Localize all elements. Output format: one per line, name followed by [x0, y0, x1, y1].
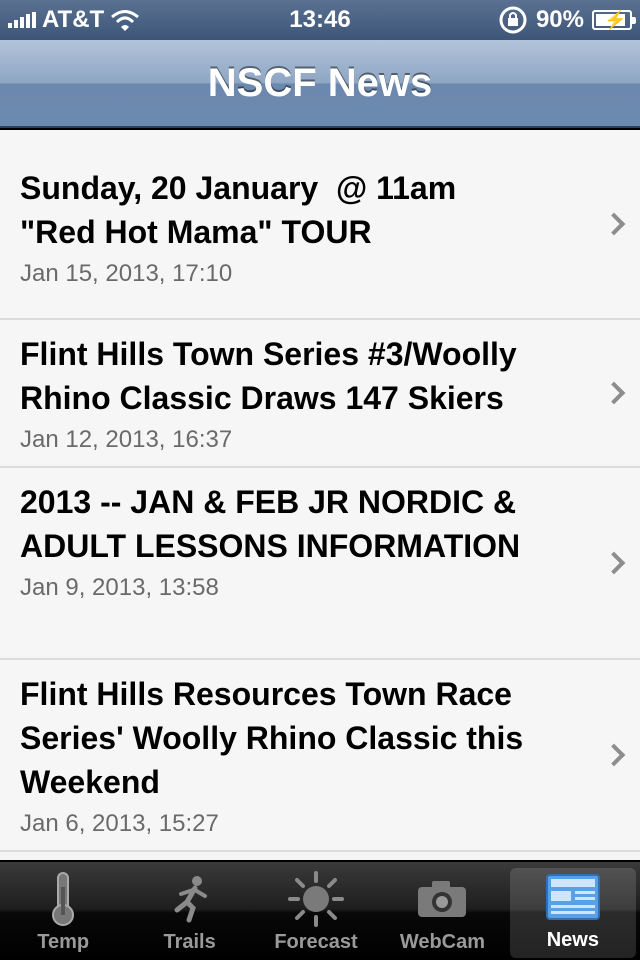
battery-icon: ⚡: [592, 10, 636, 30]
thermometer-icon: [31, 871, 95, 927]
battery-percent: 90%: [535, 6, 584, 33]
news-title: 2013 -- JAN & FEB JR NORDIC & ADULT LESS…: [20, 484, 524, 564]
chevron-right-icon: [602, 381, 626, 405]
news-date: Jan 6, 2013, 15:27: [20, 810, 219, 837]
tab-label: News: [546, 929, 599, 951]
chevron-right-icon: [602, 743, 626, 767]
page-title: NSCF News: [207, 60, 433, 105]
navigation-bar: NSCF News: [0, 40, 640, 128]
news-item[interactable]: Sunday, 20 January @ 11am "Red Hot Mama"…: [0, 130, 640, 320]
tab-bar: Temp Trails Forecast WebCam News: [0, 862, 640, 960]
news-title: Flint Hills Town Series #3/Woolly Rhino …: [20, 336, 526, 416]
charging-bolt-icon: ⚡: [604, 10, 627, 30]
tab-trails[interactable]: Trails: [126, 862, 252, 960]
news-item[interactable]: Flint Hills Resources Town Race Series' …: [0, 660, 640, 852]
news-title: Sunday, 20 January @ 11am "Red Hot Mama"…: [20, 170, 457, 250]
tab-label: Forecast: [274, 931, 358, 953]
news-item[interactable]: Flint Hills Town Series #3/Woolly Rhino …: [0, 320, 640, 468]
skier-icon: [158, 871, 222, 927]
tab-label: WebCam: [399, 931, 486, 953]
tab-label: Trails: [163, 931, 216, 953]
rotation-lock-icon: [499, 6, 527, 34]
chevron-right-icon: [602, 551, 626, 575]
newspaper-icon: [541, 869, 605, 925]
tab-label: Temp: [37, 931, 90, 953]
camera-icon: [410, 871, 474, 927]
chevron-right-icon: [602, 212, 626, 236]
status-right: 90% ⚡: [498, 0, 636, 40]
news-date: Jan 12, 2013, 16:37: [20, 426, 233, 453]
sun-icon: [284, 871, 348, 927]
status-bar: AT&T 13:46 90% ⚡: [0, 0, 640, 40]
news-list: Sunday, 20 January @ 11am "Red Hot Mama"…: [0, 130, 640, 860]
news-item[interactable]: 2013 -- JAN & FEB JR NORDIC & ADULT LESS…: [0, 468, 640, 660]
tab-webcam[interactable]: WebCam: [379, 862, 505, 960]
news-title: Flint Hills Resources Town Race Series' …: [20, 676, 533, 800]
news-date: Jan 9, 2013, 13:58: [20, 574, 219, 601]
news-date: Jan 15, 2013, 17:10: [20, 260, 233, 287]
tab-forecast[interactable]: Forecast: [253, 862, 379, 960]
tab-temp[interactable]: Temp: [0, 862, 126, 960]
tab-news[interactable]: News: [509, 868, 637, 958]
